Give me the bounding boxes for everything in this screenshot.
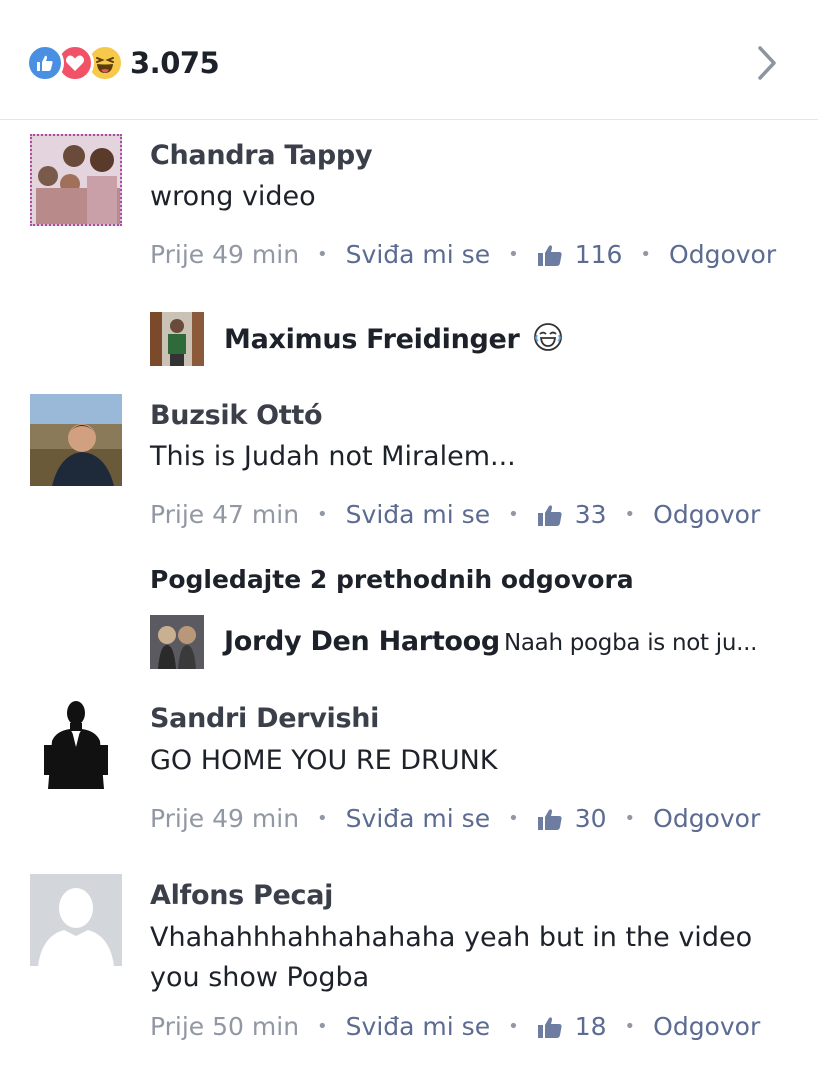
comment-time: Prije 47 min: [150, 500, 300, 529]
separator-dot: •: [508, 244, 519, 265]
laughing-emoji-icon: [533, 322, 563, 359]
like-count[interactable]: 30: [537, 804, 607, 833]
comment-actions: Prije 49 min • Sviđa mi se • 30 • Odgovo…: [150, 804, 760, 833]
separator-dot: •: [508, 808, 519, 829]
commenter-name[interactable]: Buzsik Ottó: [150, 400, 323, 431]
reply-author[interactable]: Jordy Den Hartoog Naah pogba is not ju...: [224, 626, 757, 657]
separator-dot: •: [317, 504, 328, 525]
separator-dot: •: [640, 244, 652, 265]
comment-actions: Prije 50 min • Sviđa mi se • 18 • Odgovo…: [150, 1012, 760, 1041]
reactions-header[interactable]: 3.075: [0, 0, 818, 120]
separator-dot: •: [508, 1016, 519, 1037]
thumbs-up-icon: [537, 504, 562, 526]
like-count[interactable]: 33: [537, 500, 607, 529]
like-button[interactable]: Sviđa mi se: [346, 240, 490, 269]
like-button[interactable]: Sviđa mi se: [346, 1012, 490, 1041]
reactions-summary[interactable]: 3.075: [26, 44, 220, 82]
reply-text: Naah pogba is not ju...: [503, 630, 758, 656]
separator-dot: •: [317, 808, 328, 829]
comment-text: GO HOME YOU RE DRUNK: [150, 745, 498, 776]
comment-text: This is Judah not Miralem...: [150, 441, 516, 472]
avatar[interactable]: [150, 615, 204, 669]
thumbs-up-icon: [537, 244, 562, 266]
reaction-count: 3.075: [130, 46, 220, 80]
comment-time: Prije 49 min: [150, 240, 300, 269]
chevron-right-icon[interactable]: [752, 44, 782, 82]
comment-actions: Prije 47 min • Sviđa mi se • 33 • Odgovo…: [150, 500, 760, 529]
comment-time: Prije 49 min: [150, 804, 300, 833]
avatar[interactable]: [30, 874, 122, 966]
avatar[interactable]: [30, 394, 122, 486]
separator-dot: •: [508, 504, 519, 525]
comment-text: wrong video: [150, 181, 316, 212]
reply-button[interactable]: Odgovor: [653, 804, 760, 833]
commenter-name[interactable]: Sandri Dervishi: [150, 703, 379, 734]
commenter-name[interactable]: Chandra Tappy: [150, 140, 373, 171]
separator-dot: •: [624, 504, 636, 525]
avatar[interactable]: [30, 697, 122, 789]
like-button[interactable]: Sviđa mi se: [346, 500, 490, 529]
separator-dot: •: [624, 1016, 636, 1037]
like-icon: [26, 44, 64, 82]
reply-button[interactable]: Odgovor: [653, 1012, 760, 1041]
avatar[interactable]: [150, 312, 204, 366]
thumbs-up-icon: [537, 1016, 562, 1038]
like-count[interactable]: 18: [537, 1012, 607, 1041]
separator-dot: •: [317, 1016, 328, 1037]
like-button[interactable]: Sviđa mi se: [346, 804, 490, 833]
comment-text: Vhahahhhahhahahaha yeah but in the video…: [150, 922, 753, 993]
separator-dot: •: [317, 244, 328, 265]
reply-button[interactable]: Odgovor: [669, 240, 776, 269]
comment-time: Prije 50 min: [150, 1012, 300, 1041]
avatar[interactable]: [30, 134, 122, 226]
separator-dot: •: [624, 808, 636, 829]
like-count[interactable]: 116: [537, 240, 622, 269]
reply-button[interactable]: Odgovor: [653, 500, 760, 529]
commenter-name[interactable]: Alfons Pecaj: [150, 880, 333, 911]
comment-actions: Prije 49 min • Sviđa mi se • 116 • Odgov…: [150, 240, 776, 269]
thumbs-up-icon: [537, 808, 562, 830]
reply-author[interactable]: Maximus Freidinger: [224, 322, 563, 359]
view-previous-replies-link[interactable]: Pogledajte 2 prethodnih odgovora: [150, 565, 634, 594]
